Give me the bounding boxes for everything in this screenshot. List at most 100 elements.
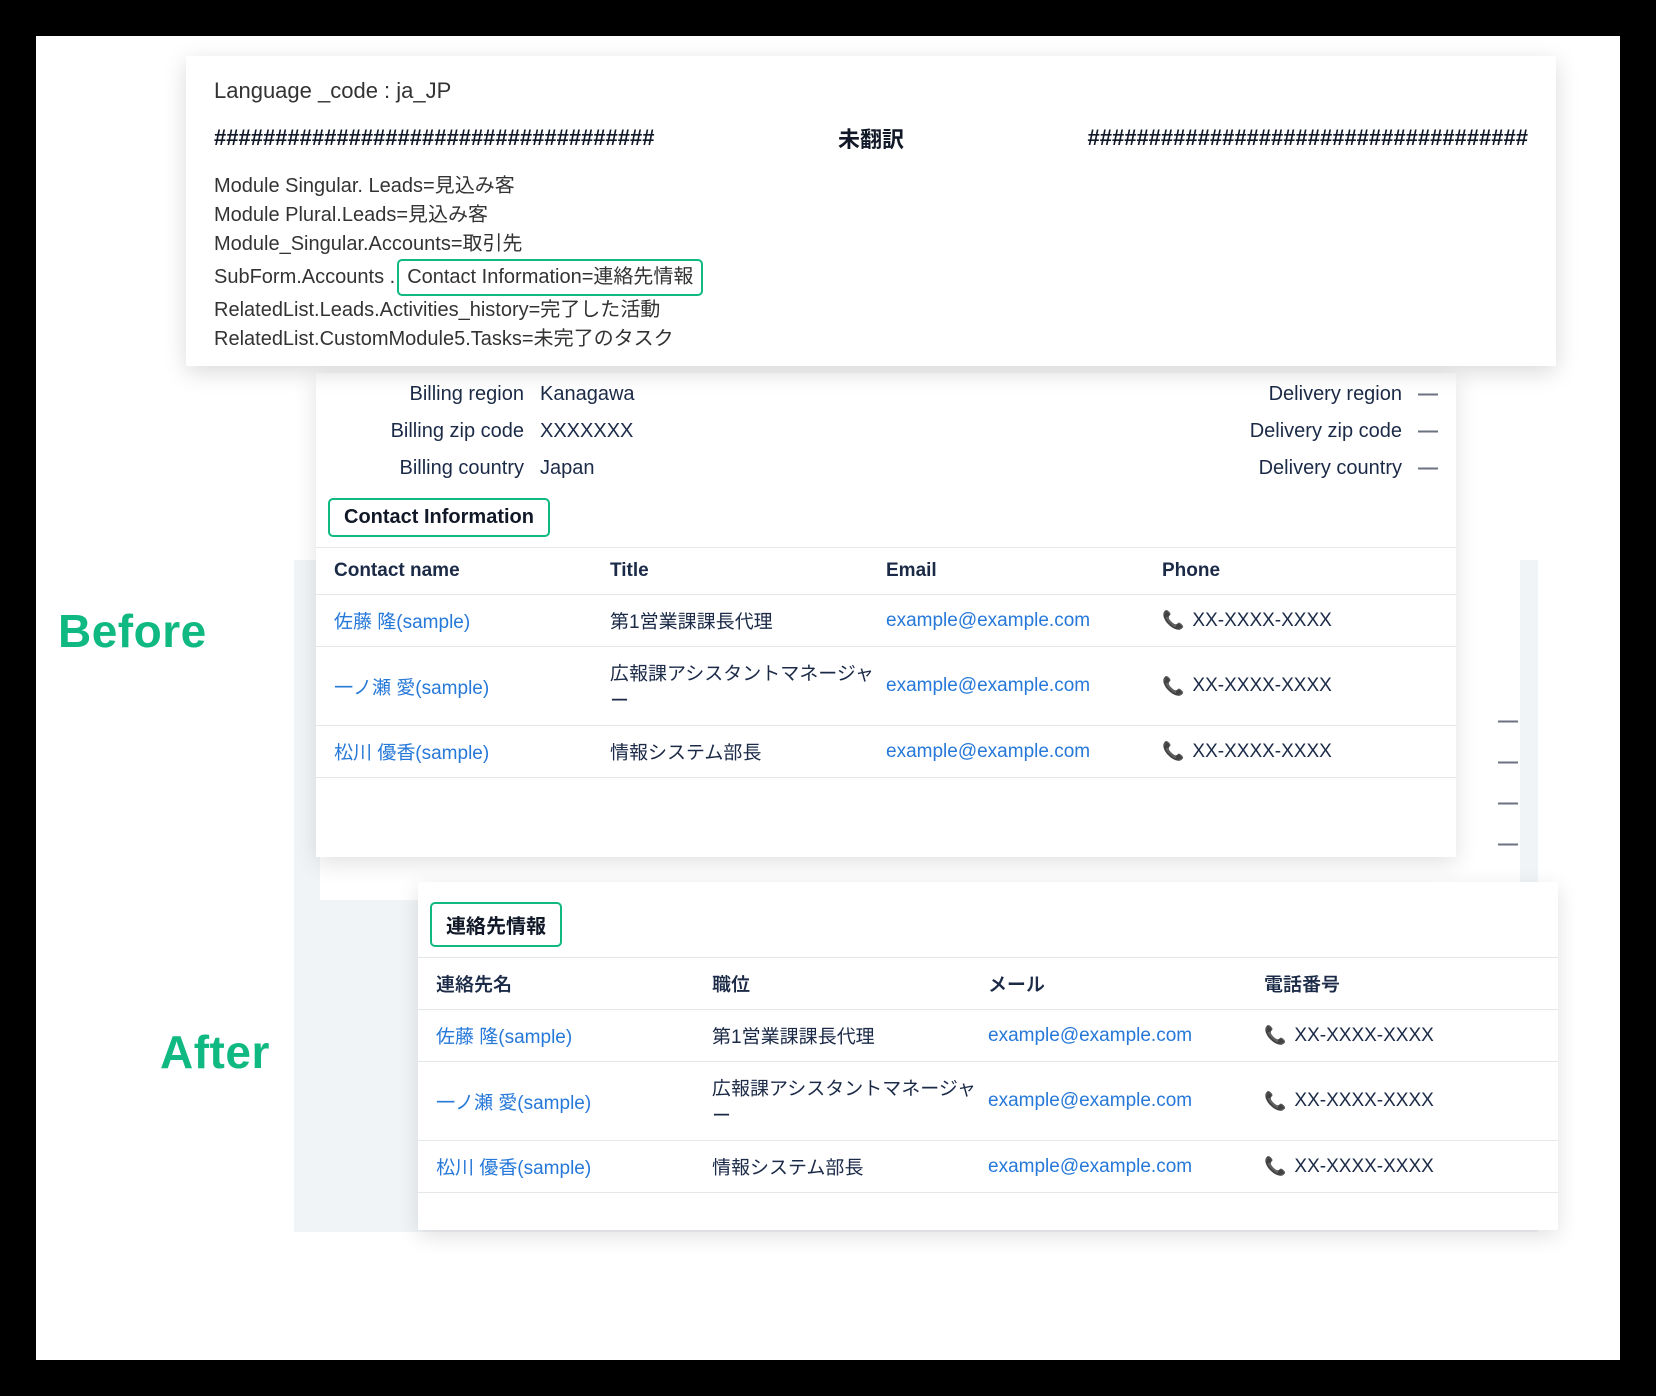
dash: — [1498,792,1518,815]
contact-phone: 📞 XX-XXXX-XXXX [1162,675,1438,697]
billing-left: Billing region Kanagawa Billing zip code… [334,383,635,480]
label-before: Before [58,604,207,658]
phone-icon: 📞 [1162,610,1184,631]
field-value: Japan [540,457,595,480]
phone-number: XX-XXXX-XXXX [1294,1025,1433,1047]
field-row: Billing zip code XXXXXXX [334,420,635,443]
untranslated-label: 未翻訳 [838,122,904,154]
trailing-dashes: — — — — — [1498,710,1518,897]
code-line: Module Plural.Leads=見込み客 [214,201,1528,230]
contact-phone: 📞 XX-XXXX-XXXX [1264,1025,1540,1047]
col-email: メール [988,970,1264,997]
phone-number: XX-XXXX-XXXX [1192,610,1331,632]
contact-name-link[interactable]: 佐藤 隆(sample) [436,1022,712,1049]
phone-icon: 📞 [1264,1156,1286,1177]
field-value: — [1418,420,1438,443]
contact-phone: 📞 XX-XXXX-XXXX [1162,741,1438,763]
before-panel: Billing region Kanagawa Billing zip code… [316,373,1456,857]
field-value: — [1418,383,1438,406]
contact-email-link[interactable]: example@example.com [988,1025,1264,1047]
code-lines: Module Singular. Leads=見込み客 Module Plura… [214,172,1528,354]
col-phone: 電話番号 [1264,970,1540,997]
code-line-prefix: SubForm.Accounts . [214,263,395,292]
table-row: 佐藤 隆(sample) 第1営業課課長代理 example@example.c… [316,595,1456,647]
field-row: Delivery region — [1250,383,1438,406]
section-title-after: 連絡先情報 [430,902,562,947]
table-header: 連絡先名 職位 メール 電話番号 [418,957,1558,1010]
label-after: After [160,1025,270,1079]
dash: — [1498,751,1518,774]
phone-icon: 📞 [1162,741,1184,762]
phone-number: XX-XXXX-XXXX [1192,675,1331,697]
stage: Before After — — — — — Billing region Ka… [0,0,1656,1396]
table-row: 一ノ瀬 愛(sample) 広報課アシスタントマネージャー example@ex… [418,1062,1558,1141]
phone-icon: 📞 [1264,1025,1286,1046]
contact-email-link[interactable]: example@example.com [988,1156,1264,1178]
table-row: 一ノ瀬 愛(sample) 広報課アシスタントマネージャー example@ex… [316,647,1456,726]
field-label: Billing region [334,383,524,406]
phone-number: XX-XXXX-XXXX [1294,1156,1433,1178]
contact-name-link[interactable]: 松川 優香(sample) [436,1153,712,1180]
col-name: 連絡先名 [436,970,712,997]
delivery-right: Delivery region — Delivery zip code — De… [1250,383,1438,480]
billing-fields: Billing region Kanagawa Billing zip code… [316,373,1456,480]
code-header: #################################### 未翻訳… [214,122,1528,154]
contact-phone: 📞 XX-XXXX-XXXX [1264,1156,1540,1178]
field-label: Billing zip code [334,420,524,443]
col-email: Email [886,560,1162,582]
field-label: Delivery region [1269,383,1402,406]
dash: — [1498,833,1518,856]
table-header: Contact name Title Email Phone [316,547,1456,595]
code-line: SubForm.Accounts . Contact Information=連… [214,259,1528,296]
contact-phone: 📞 XX-XXXX-XXXX [1264,1090,1540,1112]
field-row: Delivery country — [1250,457,1438,480]
highlighted-translation: Contact Information=連絡先情報 [397,259,703,296]
table-row: 松川 優香(sample) 情報システム部長 example@example.c… [418,1141,1558,1193]
code-line: Module Singular. Leads=見込み客 [214,172,1528,201]
code-line: RelatedList.Leads.Activities_history=完了し… [214,296,1528,325]
col-name: Contact name [334,560,610,582]
col-phone: Phone [1162,560,1438,582]
contact-name-link[interactable]: 一ノ瀬 愛(sample) [436,1088,712,1115]
hashes-left: #################################### [214,125,654,151]
lang-code-line: Language _code : ja_JP [214,78,1528,104]
phone-icon: 📞 [1162,676,1184,697]
code-line: RelatedList.CustomModule5.Tasks=未完了のタスク [214,325,1528,354]
phone-number: XX-XXXX-XXXX [1192,741,1331,763]
table-row: 松川 優香(sample) 情報システム部長 example@example.c… [316,726,1456,778]
field-row: Billing country Japan [334,457,635,480]
code-card: Language _code : ja_JP #################… [186,56,1556,366]
contact-title: 第1営業課課長代理 [610,607,886,634]
contact-table-after: 連絡先名 職位 メール 電話番号 佐藤 隆(sample) 第1営業課課長代理 … [418,957,1558,1193]
field-value: — [1418,457,1438,480]
contact-title: 第1営業課課長代理 [712,1022,988,1049]
contact-email-link[interactable]: example@example.com [886,741,1162,763]
contact-title: 情報システム部長 [712,1153,988,1180]
code-line: Module_Singular.Accounts=取引先 [214,230,1528,259]
contact-table-before: Contact name Title Email Phone 佐藤 隆(samp… [316,547,1456,778]
section-title-before: Contact Information [328,498,550,537]
after-panel: 連絡先情報 連絡先名 職位 メール 電話番号 佐藤 隆(sample) 第1営業… [418,882,1558,1230]
col-title: 職位 [712,970,988,997]
contact-name-link[interactable]: 一ノ瀬 愛(sample) [334,673,610,700]
field-row: Delivery zip code — [1250,420,1438,443]
field-label: Delivery zip code [1250,420,1402,443]
hashes-right: #################################### [1088,125,1528,151]
field-value: XXXXXXX [540,420,633,443]
field-value: Kanagawa [540,383,635,406]
dash: — [1498,710,1518,733]
contact-phone: 📞 XX-XXXX-XXXX [1162,610,1438,632]
field-label: Billing country [334,457,524,480]
contact-email-link[interactable]: example@example.com [886,675,1162,697]
field-label: Delivery country [1259,457,1402,480]
phone-number: XX-XXXX-XXXX [1294,1090,1433,1112]
contact-title: 広報課アシスタントマネージャー [712,1074,988,1128]
field-row: Billing region Kanagawa [334,383,635,406]
contact-title: 情報システム部長 [610,738,886,765]
contact-name-link[interactable]: 松川 優香(sample) [334,738,610,765]
phone-icon: 📞 [1264,1091,1286,1112]
contact-title: 広報課アシスタントマネージャー [610,659,886,713]
contact-email-link[interactable]: example@example.com [988,1090,1264,1112]
contact-name-link[interactable]: 佐藤 隆(sample) [334,607,610,634]
contact-email-link[interactable]: example@example.com [886,610,1162,632]
